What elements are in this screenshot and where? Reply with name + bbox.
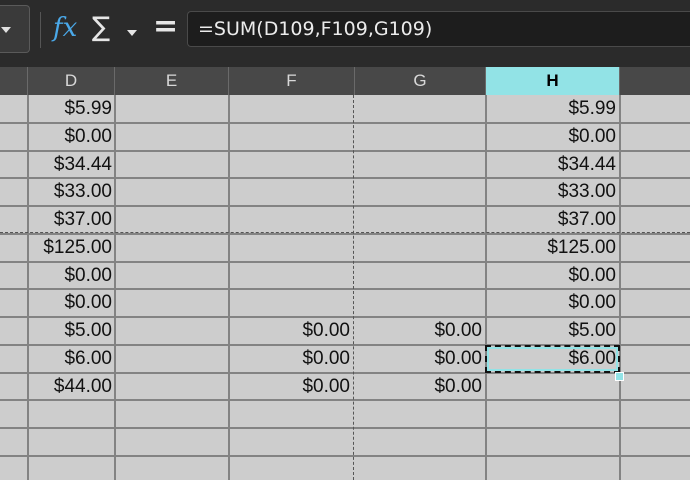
cell-h[interactable]: $34.44 bbox=[558, 151, 616, 178]
formula-input[interactable]: =SUM(D109,F109,G109) bbox=[187, 11, 690, 47]
column-header-e[interactable]: E bbox=[115, 67, 229, 95]
cell-f[interactable]: $0.00 bbox=[302, 373, 350, 400]
gridline bbox=[0, 427, 690, 429]
gridline bbox=[27, 95, 29, 480]
function-wizard-icon[interactable]: 𝑓x bbox=[53, 10, 77, 46]
cell-h[interactable]: $33.00 bbox=[558, 178, 616, 205]
cell-g[interactable]: $0.00 bbox=[434, 373, 482, 400]
gridline bbox=[0, 455, 690, 457]
cell-h[interactable]: $6.00 bbox=[568, 345, 616, 372]
formula-icon[interactable]: = bbox=[153, 8, 178, 46]
cell-g[interactable]: $0.00 bbox=[434, 345, 482, 372]
cell-d[interactable]: $5.00 bbox=[64, 317, 112, 344]
cell-g[interactable]: $0.00 bbox=[434, 317, 482, 344]
cell-h[interactable]: $5.99 bbox=[568, 95, 616, 122]
column-header-c[interactable] bbox=[0, 67, 28, 95]
cell-h[interactable]: $0.00 bbox=[568, 123, 616, 150]
cell-h[interactable]: $37.00 bbox=[558, 206, 616, 233]
cell-d[interactable]: $5.99 bbox=[64, 95, 112, 122]
chevron-down-icon bbox=[1, 27, 11, 33]
cell-d[interactable]: $44.00 bbox=[54, 373, 112, 400]
sum-icon[interactable]: ∑ bbox=[92, 10, 110, 46]
column-header-g[interactable]: G bbox=[355, 67, 486, 95]
cell-d[interactable]: $37.00 bbox=[54, 206, 112, 233]
cell-d[interactable]: $0.00 bbox=[64, 262, 112, 289]
cell-f[interactable]: $0.00 bbox=[302, 317, 350, 344]
gridline bbox=[619, 95, 621, 480]
column-header-d[interactable]: D bbox=[28, 67, 115, 95]
column-header-row: D E F G H bbox=[0, 67, 690, 95]
cell-d[interactable]: $0.00 bbox=[64, 123, 112, 150]
fill-handle[interactable] bbox=[615, 372, 624, 381]
cell-h[interactable]: $5.00 bbox=[568, 317, 616, 344]
cell-f[interactable]: $0.00 bbox=[302, 345, 350, 372]
cell-d[interactable]: $34.44 bbox=[54, 151, 112, 178]
cell-d[interactable]: $0.00 bbox=[64, 289, 112, 316]
cell-h[interactable]: $0.00 bbox=[568, 289, 616, 316]
cell-d[interactable]: $33.00 bbox=[54, 178, 112, 205]
gridline bbox=[485, 95, 487, 480]
name-box-dropdown-button[interactable] bbox=[0, 5, 30, 53]
column-header-i[interactable] bbox=[620, 67, 690, 95]
cell-d[interactable]: $125.00 bbox=[43, 234, 112, 261]
cell-d[interactable]: $6.00 bbox=[64, 345, 112, 372]
cell-h[interactable]: $0.00 bbox=[568, 262, 616, 289]
toolbar-separator bbox=[40, 12, 41, 48]
gridline bbox=[114, 95, 116, 480]
column-header-f[interactable]: F bbox=[229, 67, 355, 95]
gridline bbox=[228, 95, 230, 480]
sum-dropdown-icon[interactable] bbox=[127, 30, 137, 36]
spreadsheet-grid[interactable]: $5.99 $5.99 $0.00 $0.00 $34.44 $34.44 $33.00 $3… bbox=[0, 95, 690, 480]
column-header-h[interactable]: H bbox=[486, 67, 620, 95]
formula-bar: 𝑓x ∑ = =SUM(D109,F109,G109) bbox=[0, 0, 690, 67]
cell-h[interactable]: $125.00 bbox=[547, 234, 616, 261]
page-break-vertical bbox=[353, 95, 354, 480]
